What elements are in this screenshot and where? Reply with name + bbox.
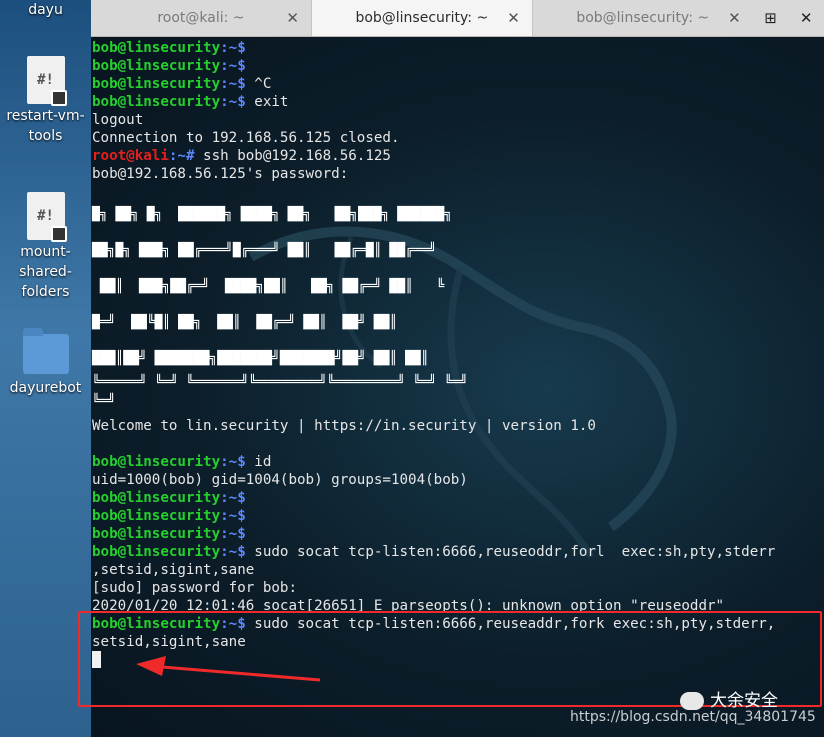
desktop-user-text: dayu: [28, 2, 63, 18]
terminal-line-id-output: uid=1000(bob) gid=1004(bob) groups=1004(…: [92, 472, 468, 488]
prompt-user: bob@linsecurity: [92, 94, 221, 110]
ascii-banner-line: ██╗█╗ ███╗ ██╔═══╝█╔═══╝ ██║ ██╔═█║ ██╔═…: [92, 243, 437, 258]
command-text: ssh bob@192.168.56.125: [194, 148, 391, 164]
prompt-user: bob@linsecurity: [92, 508, 221, 524]
prompt-user: bob@linsecurity: [92, 526, 221, 542]
prompt-user: bob@linsecurity: [92, 490, 221, 506]
ascii-banner-line: █╗ ██╗ █╗ ██████╗ ████╗ ██╗ ██╗███╗ ████…: [92, 207, 453, 222]
root-prompt-path: :~#: [168, 148, 195, 164]
terminal-line: bob@linsecurity:~$: [92, 525, 246, 543]
tab-bob-linsecurity[interactable]: bob@linsecurity: ~ ✕: [533, 0, 753, 36]
desktop-icon-mount-shared-folders[interactable]: #! mount- shared- folders: [0, 192, 91, 302]
terminal-line: bob@linsecurity:~$ id: [92, 453, 271, 471]
terminal-line-password-prompt: bob@192.168.56.125's password:: [92, 166, 349, 182]
close-icon[interactable]: ✕: [507, 0, 520, 36]
prompt-path: :~$: [220, 508, 246, 524]
terminal-line-connection-closed: Connection to 192.168.56.125 closed.: [92, 130, 400, 146]
prompt-user: bob@linsecurity: [92, 454, 221, 470]
prompt-user: bob@linsecurity: [92, 58, 221, 74]
desktop-icon-dayurebot[interactable]: dayurebot: [0, 328, 91, 398]
red-arrow-annotation: [136, 656, 321, 682]
script-file-icon: #!: [26, 56, 67, 106]
close-window-icon[interactable]: ✕: [788, 0, 824, 36]
prompt-path: :~$: [220, 76, 246, 92]
prompt-path: :~$: [220, 94, 246, 110]
terminal-line-sudo-prompt: [sudo] password for bob:: [92, 580, 297, 596]
tab-root-kali[interactable]: root@kali: ~ ✕: [91, 0, 311, 36]
tab-title: bob@linsecurity: ~: [355, 10, 489, 26]
terminal-line: bob@linsecurity:~$: [92, 39, 246, 57]
command-text: sudo socat tcp-listen:6666,reuseoddr,for…: [245, 544, 776, 560]
desktop-icon-label: tools: [28, 128, 63, 144]
terminal-line: bob@linsecurity:~$ ^C: [92, 75, 271, 93]
terminal-line-wrap: ,setsid,sigint,sane: [92, 562, 255, 578]
tab-title: bob@linsecurity: ~: [576, 10, 710, 26]
terminal-line-logout: logout: [92, 112, 144, 128]
prompt-path: :~$: [220, 40, 246, 56]
terminal-line: bob@linsecurity:~$ sudo socat tcp-listen…: [92, 543, 775, 561]
tab-bob-linsecurity-active[interactable]: bob@linsecurity: ~ ✕: [310, 0, 533, 36]
desktop-user-label: dayu: [0, 0, 91, 20]
desktop-icon-label: shared-: [19, 264, 72, 280]
prompt-path: :~$: [220, 454, 246, 470]
prompt-path: :~$: [220, 490, 246, 506]
terminal-line-welcome: Welcome to lin.security | https://in.sec…: [92, 418, 596, 434]
folder-icon: [22, 328, 69, 374]
ascii-banner-line: ██║ ███╗██╔═╝ ████╗██║ ██╗ ██╔═╝ ██║ ╚: [92, 279, 445, 294]
close-icon[interactable]: ✕: [728, 0, 741, 36]
tab-title: root@kali: ~: [157, 10, 245, 26]
terminal-line: root@kali:~# ssh bob@192.168.56.125: [92, 147, 391, 165]
command-text: ^C: [245, 76, 272, 92]
ascii-banner-line: ╚═════╝ ╚═╝ ╚══════╝╚════════╝╚════════╝…: [92, 375, 468, 390]
script-file-icon: #!: [26, 192, 67, 242]
ascii-banner-line: █═╝ ██╚█║ ██╗ ██║ ██╔═╝ ██║ ██╝ ██║: [92, 315, 398, 330]
desktop-icon-label: mount-: [20, 244, 71, 260]
root-prompt-user: root@kali: [92, 148, 169, 164]
prompt-path: :~$: [220, 544, 246, 560]
close-icon[interactable]: ✕: [286, 0, 299, 36]
desktop-icon-label: dayurebot: [9, 380, 82, 396]
wechat-icon: [680, 692, 704, 710]
prompt-user: bob@linsecurity: [92, 544, 221, 560]
desktop-icon-label: restart-vm-: [6, 108, 85, 124]
csdn-watermark: https://blog.csdn.net/qq_34801745: [570, 709, 816, 725]
prompt-path: :~$: [220, 526, 246, 542]
terminal-line: bob@linsecurity:~$ exit: [92, 93, 288, 111]
ascii-banner-line: ╚═╝: [92, 394, 116, 409]
command-text: exit: [245, 94, 289, 110]
wechat-label: 大余安全: [710, 691, 778, 711]
prompt-path: :~$: [220, 58, 246, 74]
prompt-user: bob@linsecurity: [92, 76, 221, 92]
desktop-icon-label: folders: [21, 284, 70, 300]
command-text: id: [245, 454, 272, 470]
terminal-tab-bar: root@kali: ~ ✕ bob@linsecurity: ~ ✕ bob@…: [91, 0, 824, 37]
prompt-user: bob@linsecurity: [92, 40, 221, 56]
terminal-line: bob@linsecurity:~$: [92, 57, 246, 75]
terminal-line: bob@linsecurity:~$: [92, 507, 246, 525]
terminal-line: bob@linsecurity:~$: [92, 489, 246, 507]
new-tab-icon[interactable]: ⊞: [753, 0, 789, 36]
desktop-icon-restart-vm-tools[interactable]: #! restart-vm- tools: [0, 56, 91, 146]
